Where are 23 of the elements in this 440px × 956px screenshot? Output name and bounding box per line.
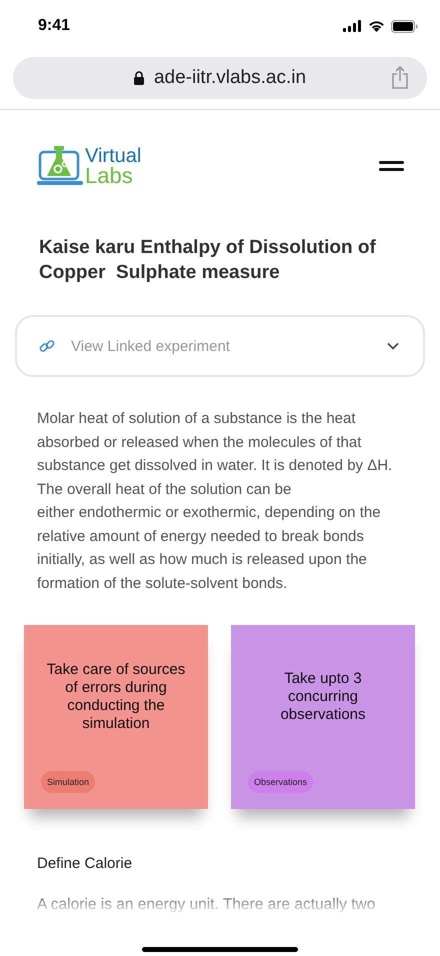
wifi-icon: [368, 20, 385, 32]
card-tag: Observations: [248, 771, 314, 793]
menu-icon[interactable]: [379, 161, 404, 171]
card-tag: Simulation: [41, 771, 96, 793]
signal-icon: [343, 20, 362, 32]
intro-paragraph: Molar heat of solution of a substance is the heat absorbed or released when the molecules of that substance get dissolved in water. It is denoted by ΔH. The overall heat of the solution can be either endothermic or exothermic, depending on the relative amount of energy needed to break bonds initially, as well as how much is released upon the formation of the solute-solvent bonds.: [37, 409, 394, 594]
logo-text: Virtual: [85, 146, 142, 166]
page-title: Kaise karu Enthalpy of Dissolution of Copper Sulphate measure: [39, 236, 377, 285]
chevron-icon: [387, 342, 399, 350]
url-text: ade-iitr.vlabs.ac.in: [154, 67, 306, 89]
section-heading: Define Calorie: [37, 855, 134, 872]
link-icon: [39, 338, 55, 354]
battery-icon: [391, 20, 418, 32]
status-time: 9:41: [38, 17, 70, 35]
share-icon[interactable]: [391, 66, 409, 89]
dropdown-label: View Linked experiment: [71, 338, 231, 354]
card-text: Take upto 3 concurring observations: [279, 670, 367, 724]
section-paragraph: A calorie is an energy unit. There are actually two: [37, 896, 376, 914]
logo-text: Labs: [85, 166, 134, 186]
address-bar[interactable]: ade-iitr.vlabs.ac.in: [13, 57, 427, 99]
card-text: Take care of sources of errors during conducting the simulation: [46, 661, 186, 733]
logo-icon: [37, 146, 83, 186]
lock-icon: [134, 71, 144, 85]
